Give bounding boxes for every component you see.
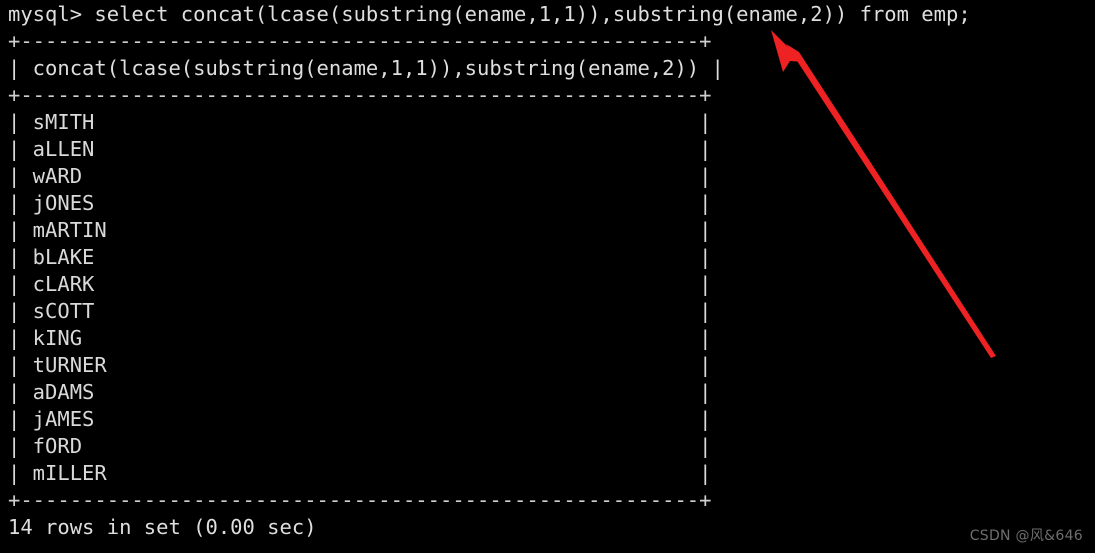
table-row: | tURNER | [8, 353, 712, 377]
table-row: | aLLEN | [8, 137, 712, 161]
table-row: | kING | [8, 326, 712, 350]
table-rule-bottom: +---------------------------------------… [8, 488, 712, 512]
table-row: | fORD | [8, 434, 712, 458]
table-row: | sCOTT | [8, 299, 712, 323]
table-row: | aDAMS | [8, 380, 712, 404]
table-row: | jONES | [8, 191, 712, 215]
table-row: | cLARK | [8, 272, 712, 296]
csdn-watermark: CSDN @风&646 [969, 528, 1083, 544]
table-rule-top: +---------------------------------------… [8, 29, 712, 53]
mysql-prompt-line: mysql> select concat(lcase(substring(ena… [8, 2, 971, 26]
result-status-line: 14 rows in set (0.00 sec) [8, 515, 317, 539]
table-row: | mILLER | [8, 461, 712, 485]
table-rule-header: +---------------------------------------… [8, 83, 712, 107]
table-row: | sMITH | [8, 110, 712, 134]
table-row: | wARD | [8, 164, 712, 188]
table-column-header-row: | concat(lcase(substring(ename,1,1)),sub… [8, 56, 724, 80]
table-row: | jAMES | [8, 407, 712, 431]
table-row: | bLAKE | [8, 245, 712, 269]
terminal-window: mysql> select concat(lcase(substring(ena… [0, 0, 1095, 553]
table-row: | mARTIN | [8, 218, 712, 242]
